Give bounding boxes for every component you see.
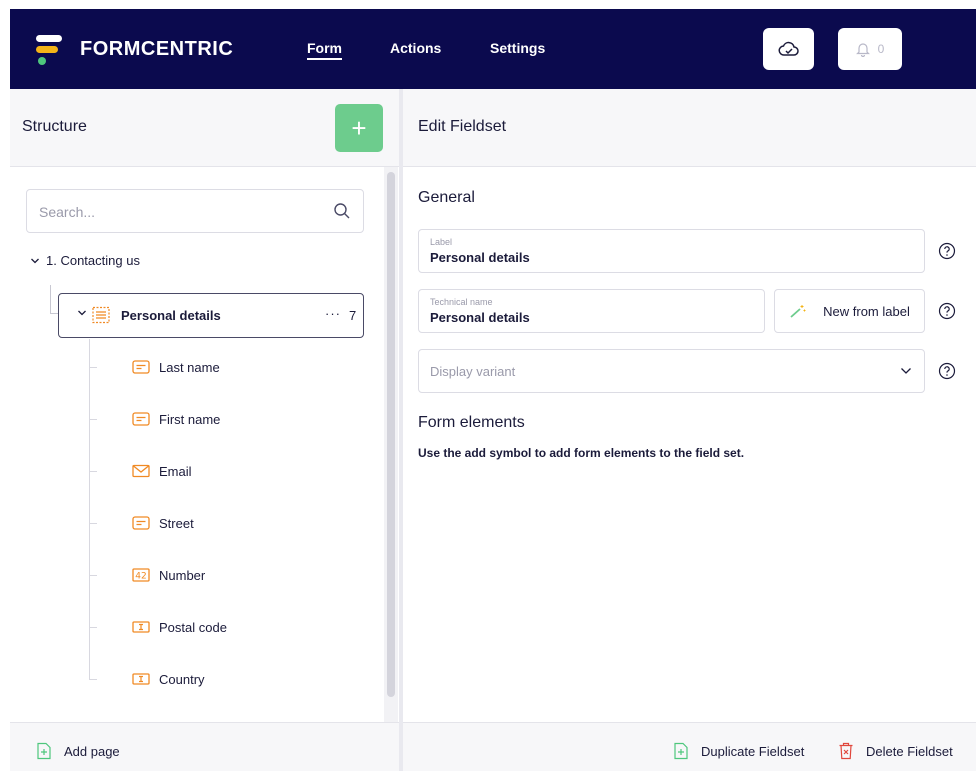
help-icon[interactable] [938, 242, 956, 260]
form-elements-hint: Use the add symbol to add form elements … [418, 446, 745, 460]
label-field-value: Personal details [430, 250, 530, 265]
text-field-icon [131, 515, 151, 531]
tree-child-item[interactable]: Postal code [89, 617, 227, 637]
search-icon[interactable] [333, 202, 351, 220]
display-variant-placeholder: Display variant [430, 364, 516, 379]
child-label: Last name [159, 359, 220, 375]
fieldset-icon [92, 306, 110, 324]
chevron-down-icon [901, 368, 911, 374]
fieldset-label: Personal details [121, 308, 221, 323]
add-page-button[interactable]: Add page [36, 742, 120, 760]
top-bar: FORMCENTRIC Form Actions Settings 0 [10, 9, 976, 89]
trash-icon [839, 742, 853, 760]
tree-child-item[interactable]: Email [89, 461, 192, 481]
search-input[interactable]: Search... [26, 189, 364, 233]
tree-child-item[interactable]: First name [89, 409, 220, 429]
tree-connector [50, 313, 58, 314]
input-field-icon [131, 619, 151, 635]
new-from-label-button[interactable]: New from label [774, 289, 925, 333]
brand-name: FORMCENTRIC [80, 38, 234, 60]
search-placeholder: Search... [39, 204, 96, 220]
child-label: Email [159, 463, 192, 479]
formcentric-logo[interactable] [36, 31, 62, 67]
form-elements-title: Form elements [418, 414, 525, 431]
number-field-icon: 42 [131, 567, 151, 583]
display-variant-select[interactable]: Display variant [418, 349, 925, 393]
bell-icon [855, 43, 870, 57]
input-field-icon [131, 671, 151, 687]
tree-page-item[interactable]: 1. Contacting us [30, 253, 140, 268]
structure-tree-panel: Search... 1. Contacting us Personal deta… [10, 167, 399, 722]
tree-child-item[interactable]: Last name [89, 357, 220, 377]
child-label: First name [159, 411, 221, 427]
editor-title: Edit Fieldset [418, 118, 507, 135]
more-options-button[interactable]: ··· [325, 306, 341, 321]
cloud-check-icon [778, 41, 799, 56]
help-icon[interactable] [938, 362, 956, 380]
delete-fieldset-label: Delete Fieldset [866, 743, 953, 759]
technical-name-label: Technical name [430, 297, 493, 307]
child-label: Postal code [159, 619, 227, 635]
tree-child-item[interactable]: Street [89, 513, 194, 533]
text-field-icon [131, 359, 151, 375]
nav-form[interactable]: Form [307, 40, 342, 60]
structure-header: Structure + [10, 89, 399, 167]
magic-wand-icon [790, 305, 806, 318]
label-field-label: Label [430, 237, 453, 247]
structure-title: Structure [22, 118, 87, 135]
tree-connector [50, 285, 51, 313]
cloud-save-button[interactable] [763, 28, 814, 70]
nav-actions[interactable]: Actions [390, 40, 441, 56]
technical-name-field[interactable]: Technical name Personal details [418, 289, 765, 333]
email-icon [131, 463, 151, 479]
technical-name-value: Personal details [430, 310, 530, 325]
new-from-label-text: New from label [823, 303, 910, 319]
notifications-count: 0 [877, 42, 885, 56]
notifications-button[interactable]: 0 [838, 28, 902, 70]
svg-text:42: 42 [135, 572, 146, 582]
add-page-label: Add page [64, 743, 120, 759]
editor-footer: Duplicate Fieldset Delete Fieldset [403, 722, 976, 771]
delete-fieldset-button[interactable]: Delete Fieldset [838, 742, 953, 760]
scrollbar-thumb[interactable] [387, 172, 395, 697]
chevron-down-icon[interactable] [30, 257, 40, 265]
child-label: Number [159, 567, 206, 583]
duplicate-icon [674, 742, 688, 760]
panel-divider[interactable] [399, 89, 403, 771]
child-label: Street [159, 515, 194, 531]
tree-fieldset-item[interactable]: Personal details ··· 7 [58, 293, 364, 338]
label-field[interactable]: Label Personal details [418, 229, 925, 273]
duplicate-fieldset-button[interactable]: Duplicate Fieldset [673, 742, 804, 760]
text-field-icon [131, 411, 151, 427]
nav-settings[interactable]: Settings [490, 40, 545, 56]
add-page-icon [37, 742, 51, 760]
element-count: 7 [349, 308, 357, 323]
child-label: Country [159, 671, 205, 687]
chevron-down-icon[interactable] [77, 309, 87, 317]
add-element-button[interactable]: + [335, 104, 383, 152]
tree-child-item[interactable]: Country [89, 669, 205, 689]
structure-footer: Add page [10, 722, 399, 771]
editor-header: Edit Fieldset [403, 89, 976, 167]
page-label: 1. Contacting us [46, 253, 140, 268]
duplicate-fieldset-label: Duplicate Fieldset [701, 743, 805, 759]
general-section-title: General [418, 189, 475, 206]
tree-child-item[interactable]: 42 Number [89, 565, 205, 585]
help-icon[interactable] [938, 302, 956, 320]
